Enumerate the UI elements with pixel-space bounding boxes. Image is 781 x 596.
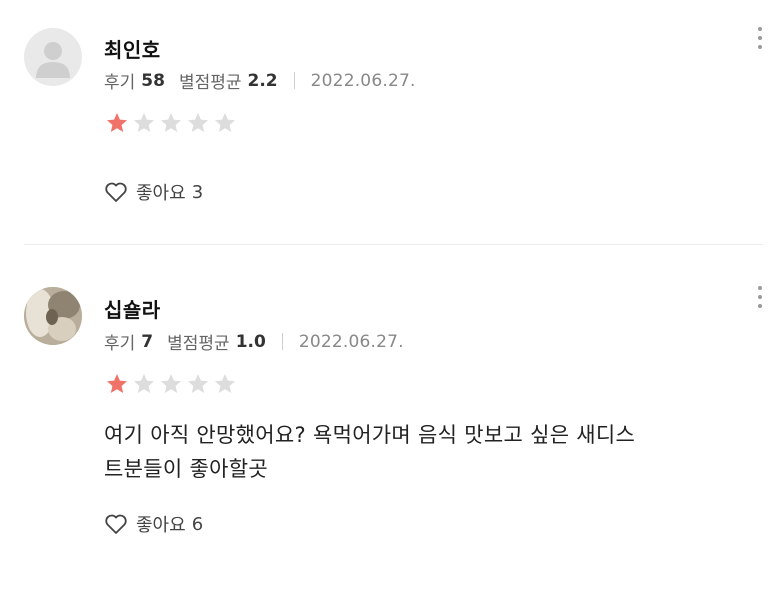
star-empty-icon: [161, 113, 181, 132]
like-label: 좋아요: [136, 515, 186, 536]
star-empty-icon: [134, 374, 154, 393]
heart-icon: [105, 182, 127, 202]
star-empty-icon: [215, 374, 235, 393]
avg-rating: 2.2: [247, 70, 278, 91]
review-divider: [24, 244, 763, 245]
review-text-line: 트분들이 좋아할곳: [104, 457, 268, 481]
review-text[interactable]: 여기 아직 안망했어요? 욕먹어가며 음식 맛보고 싶은 새디스 트분들이 좋아…: [104, 418, 764, 486]
heart-icon: [105, 514, 127, 534]
divider: [293, 72, 295, 89]
review-date: 2022.06.27.: [298, 331, 404, 352]
star-empty-icon: [134, 113, 154, 132]
reviewer-name[interactable]: 십숄라: [104, 294, 161, 323]
review-count-label: 후기: [104, 334, 136, 354]
reviewer-name[interactable]: 최인호: [104, 34, 161, 63]
star-filled-icon: [107, 113, 127, 132]
divider: [281, 333, 283, 350]
reviewer-meta: 후기 7 별점평균 1.0 2022.06.27.: [104, 329, 404, 355]
like-button[interactable]: 좋아요 6: [104, 511, 203, 537]
more-options-icon[interactable]: [756, 286, 764, 313]
avatar[interactable]: [24, 28, 82, 86]
more-options-icon[interactable]: [756, 27, 764, 54]
avg-rating-label: 별점평균: [167, 334, 230, 354]
like-count: 6: [191, 513, 204, 535]
avg-rating: 1.0: [235, 331, 266, 352]
review-count: 58: [141, 70, 165, 91]
reviewer-meta: 후기 58 별점평균 2.2 2022.06.27.: [104, 68, 416, 94]
avg-rating-label: 별점평균: [178, 73, 242, 93]
profile-photo: [24, 287, 82, 345]
avatar[interactable]: [24, 287, 82, 345]
star-rating: [104, 372, 239, 396]
like-label: 좋아요: [136, 183, 186, 204]
star-empty-icon: [188, 113, 208, 132]
star-empty-icon: [161, 374, 181, 393]
review-item: 최인호 후기 58 별점평균 2.2 2022.06.27. 좋아요 3: [0, 0, 781, 245]
review-date: 2022.06.27.: [310, 70, 416, 91]
star-filled-icon: [107, 374, 127, 393]
star-empty-icon: [215, 113, 235, 132]
star-empty-icon: [188, 374, 208, 393]
review-count: 7: [141, 331, 154, 352]
review-text-line: 여기 아직 안망했어요? 욕먹어가며 음식 맛보고 싶은 새디스: [104, 423, 636, 447]
like-button[interactable]: 좋아요 3: [104, 179, 203, 205]
like-count: 3: [191, 181, 204, 203]
review-item: 십숄라 후기 7 별점평균 1.0 2022.06.27. 여기 아직 안망했어…: [0, 246, 781, 596]
default-profile-icon: [36, 42, 70, 78]
review-count-label: 후기: [104, 73, 136, 93]
star-rating: [104, 111, 239, 135]
